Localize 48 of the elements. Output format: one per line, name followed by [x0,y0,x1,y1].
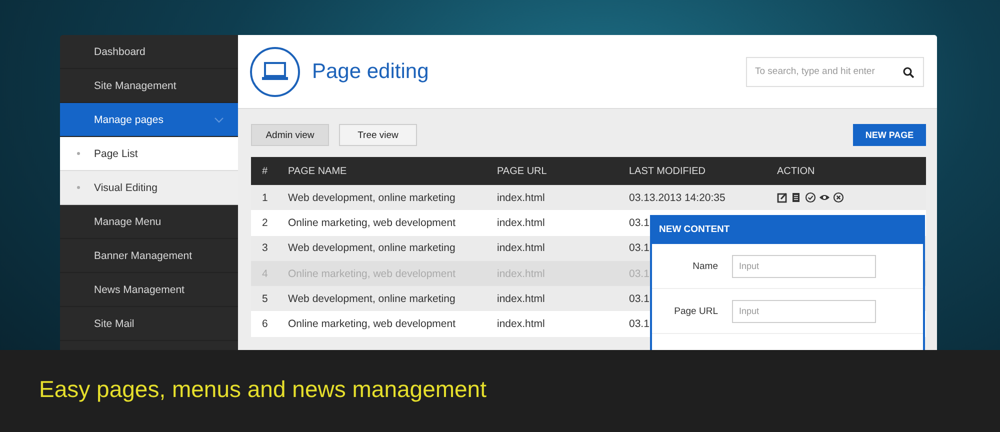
table-cell: index.html [497,292,545,305]
table-cell: 03.1 [629,216,650,229]
search-field[interactable]: To search, type and hit enter [746,56,924,86]
edit-icon[interactable] [777,192,788,204]
table-cell: 1 [262,192,268,204]
sidebar-subitem[interactable]: Visual Editing [60,171,238,205]
column-header: ACTION [777,157,926,185]
sidebar-item[interactable]: Manage pages [60,103,238,137]
table-cell: 2 [262,216,268,229]
field-label: Name [692,260,718,272]
table-cell: 03.1 [629,318,650,330]
input-field[interactable]: Input [732,300,876,322]
bullet-icon [77,186,80,189]
table-cell: Web development, online marketing [288,292,456,305]
table-cell: index.html [497,192,545,204]
caption-text: Easy pages, menus and news management [39,375,486,403]
table-row[interactable]: 1 Web development, online marketing index.html 03.13.2013 14:20:35 [251,185,926,210]
laptop-icon [250,46,300,96]
table-cell: 5 [262,292,268,305]
column-header: LAST MODIFIED [629,157,777,185]
table-cell: index.html [497,318,545,330]
page-title: Page editing [312,60,430,84]
table-cell: Web development, online marketing [288,242,456,254]
table-cell: Online marketing, web development [288,216,456,229]
column-header: PAGE URL [497,157,629,185]
chevron-icon [214,117,224,123]
table-cell: 03.13.2013 14:20:35 [629,192,726,204]
column-header: # [251,157,288,185]
table-cell: index.html [497,216,545,229]
sidebar-subitem[interactable]: Page List [60,137,238,171]
search-icon [903,66,914,78]
table-cell: Web development, online marketing [288,192,456,204]
table-cell: 03.1 [629,242,650,254]
dialog-title: NEW CONTENT [650,215,925,244]
column-header: PAGE NAME [288,157,497,185]
notes-icon[interactable] [791,192,802,204]
check-circle-icon[interactable] [805,192,816,204]
new-page-button[interactable]: NEW PAGE [853,124,926,146]
table-cell: index.html [497,242,545,254]
close-circle-icon[interactable] [833,192,844,204]
bullet-icon [77,152,80,155]
view-tab[interactable]: Admin view [251,124,329,146]
view-tab[interactable]: Tree view [339,124,417,146]
table-cell: 03.1 [629,292,650,305]
input-field[interactable]: Input [732,254,876,278]
table-cell: Online marketing, web development [288,318,456,330]
table-cell: 6 [262,318,268,330]
table-cell: 3 [262,242,268,254]
